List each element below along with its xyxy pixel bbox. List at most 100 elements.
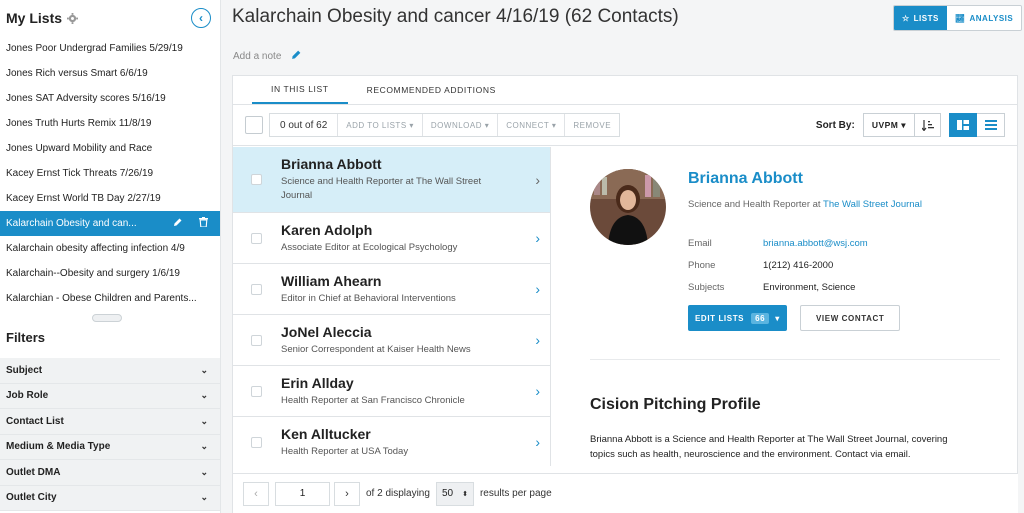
chevron-right-icon: › (535, 171, 540, 188)
view-contact-button[interactable]: VIEW CONTACT (800, 305, 901, 331)
list-item-label: Kalarchain--Obesity and surgery 1/6/19 (6, 268, 180, 279)
contact-row[interactable]: Erin Allday Health Reporter at San Franci… (233, 366, 550, 417)
split-view-icon[interactable] (949, 113, 977, 137)
filter-contact-list[interactable]: Contact List ⌄ (0, 409, 220, 435)
list-items: Jones Poor Undergrad Families 5/29/19 Jo… (0, 36, 220, 311)
row-checkbox[interactable] (251, 283, 262, 295)
lists-toggle-label: LISTS (913, 13, 939, 23)
filter-subject[interactable]: Subject ⌄ (0, 358, 220, 384)
sort-order-icon[interactable] (915, 113, 941, 137)
list-view-icon[interactable] (977, 113, 1005, 137)
download-button[interactable]: DOWNLOAD ▾ (421, 114, 497, 136)
profile-title: Cision Pitching Profile (590, 396, 761, 413)
analysis-toggle[interactable]: 📈︎ ANALYSIS (946, 6, 1022, 30)
add-note[interactable]: Add a note (233, 49, 302, 63)
collapse-sidebar-button[interactable]: ‹ (191, 8, 211, 28)
add-note-label: Add a note (233, 50, 282, 62)
list-item[interactable]: Kacey Ernst World TB Day 2/27/19 (0, 186, 220, 211)
outlet-link[interactable]: The Wall Street Journal (823, 199, 922, 210)
sidebar-title: My Lists (6, 10, 63, 26)
per-page-label: results per page (479, 488, 552, 499)
per-page-value: 50 (441, 488, 454, 499)
pencil-icon[interactable] (173, 217, 183, 230)
list-item[interactable]: Jones Rich versus Smart 6/6/19 (0, 61, 220, 86)
filter-job-role[interactable]: Job Role ⌄ (0, 384, 220, 409)
pencil-icon[interactable] (291, 49, 302, 63)
chevron-down-icon: ⌄ (200, 415, 208, 426)
sort-select[interactable]: UVPM ▾ (862, 113, 915, 137)
row-checkbox[interactable] (251, 385, 262, 397)
list-item[interactable]: Kalarchain--Obesity and surgery 1/6/19 (0, 261, 220, 286)
list-item-label: Jones SAT Adversity scores 5/16/19 (6, 93, 166, 104)
filter-outlet-city[interactable]: Outlet City ⌄ (0, 486, 220, 511)
list-item-label: Kalarchain obesity affecting infection 4… (6, 243, 185, 254)
contact-name: William Ahearn (281, 272, 382, 289)
list-item[interactable]: Jones Poor Undergrad Families 5/29/19 (0, 36, 220, 61)
gear-icon[interactable] (67, 12, 79, 24)
contact-desc: Associate Editor at Ecological Psycholog… (281, 241, 458, 253)
subjects-value: Environment, Science (763, 282, 856, 293)
list-item-label: Kacey Ernst Tick Threats 7/26/19 (6, 168, 154, 179)
contact-row[interactable]: JoNel Aleccia Senior Correspondent at Kai… (233, 315, 550, 366)
contact-name: JoNel Aleccia (281, 323, 372, 340)
list-item[interactable]: Kalarchian - Obese Children and Parents.… (0, 286, 220, 311)
contact-list: Brianna Abbott Science and Health Reporte… (233, 147, 551, 466)
contact-name: Karen Adolph (281, 221, 373, 238)
contact-row[interactable]: Karen Adolph Associate Editor at Ecologic… (233, 213, 550, 264)
list-item-label: Kalarchain Obesity and can... (6, 218, 137, 229)
filters-list: Subject ⌄ Job Role ⌄ Contact List ⌄ Medium … (0, 358, 220, 511)
select-all-checkbox[interactable] (245, 116, 263, 134)
contact-name: Brianna Abbott (281, 156, 382, 172)
trash-icon[interactable] (199, 217, 208, 230)
row-checkbox[interactable] (251, 334, 262, 346)
contact-row[interactable]: Ken Alltucker Health Reporter at USA Toda… (233, 417, 550, 466)
filter-label: Subject (6, 364, 43, 376)
filter-label: Outlet City (6, 492, 57, 504)
list-item[interactable]: Kacey Ernst Tick Threats 7/26/19 (0, 161, 220, 186)
list-item[interactable]: Jones Upward Mobility and Race (0, 136, 220, 161)
contact-detail: Brianna Abbott Science and Health Report… (553, 147, 1017, 473)
selected-count: 0 out of 62 (280, 119, 328, 131)
edit-lists-button[interactable]: EDIT LISTS 66 ▾ (688, 305, 787, 331)
tab-recommended-additions[interactable]: RECOMMENDED ADDITIONS (348, 76, 515, 104)
sidebar-header: My Lists ‹ (0, 0, 220, 36)
list-item[interactable]: Kalarchain obesity affecting infection 4… (0, 236, 220, 261)
chevron-right-icon: › (535, 332, 540, 348)
filter-outlet-dma[interactable]: Outlet DMA ⌄ (0, 460, 220, 486)
sort-controls: Sort By: UVPM ▾ (816, 113, 941, 137)
lists-toggle[interactable]: ☆ LISTS (894, 6, 947, 30)
list-item[interactable]: Jones Truth Hurts Remix 11/8/19 (0, 111, 220, 136)
subjects-label: Subjects (688, 282, 725, 293)
analysis-toggle-label: ANALYSIS (969, 13, 1014, 23)
chevron-down-icon: ⌄ (200, 492, 208, 503)
profile-text: Brianna Abbott is a Science and Health R… (590, 434, 948, 460)
main-panel: IN THIS LIST RECOMMENDED ADDITIONS 0 out… (232, 75, 1018, 513)
email-link[interactable]: brianna.abbott@wsj.com (763, 238, 868, 249)
chevron-left-icon: ‹ (199, 11, 203, 25)
tab-in-this-list[interactable]: IN THIS LIST (252, 76, 348, 104)
next-page-button[interactable]: › (334, 481, 360, 506)
filter-label: Contact List (6, 415, 64, 427)
contact-row[interactable]: Brianna Abbott Science and Health Reporte… (233, 147, 550, 213)
layout-toggle (949, 113, 1005, 137)
caret-down-icon: ▾ (775, 313, 780, 323)
per-page-select[interactable]: 50 ⬍ (435, 481, 474, 506)
add-to-lists-button[interactable]: ADD TO LISTS ▾ (337, 114, 422, 136)
connect-button[interactable]: CONNECT ▾ (497, 114, 564, 136)
list-item-active[interactable]: Kalarchain Obesity and can... (0, 211, 220, 236)
page-input[interactable]: 1 (275, 481, 330, 506)
row-checkbox[interactable] (251, 174, 262, 185)
row-checkbox[interactable] (251, 436, 262, 448)
list-item[interactable]: Jones SAT Adversity scores 5/16/19 (0, 86, 220, 111)
contact-row[interactable]: William Ahearn Editor in Chief at Behavio… (233, 264, 550, 315)
chart-icon: 📈︎ (954, 13, 966, 23)
chevron-down-icon: ⌄ (200, 441, 208, 452)
phone-value: 1(212) 416-2000 (763, 260, 834, 271)
detail-name[interactable]: Brianna Abbott (688, 170, 803, 188)
prev-page-button[interactable]: ‹ (243, 481, 269, 506)
remove-button[interactable]: REMOVE (564, 114, 619, 136)
resize-handle[interactable] (92, 314, 122, 322)
row-checkbox[interactable] (251, 232, 262, 244)
email-row: Email brianna.abbott@wsj.com (688, 238, 868, 249)
filter-medium[interactable]: Medium & Media Type ⌄ (0, 435, 220, 460)
